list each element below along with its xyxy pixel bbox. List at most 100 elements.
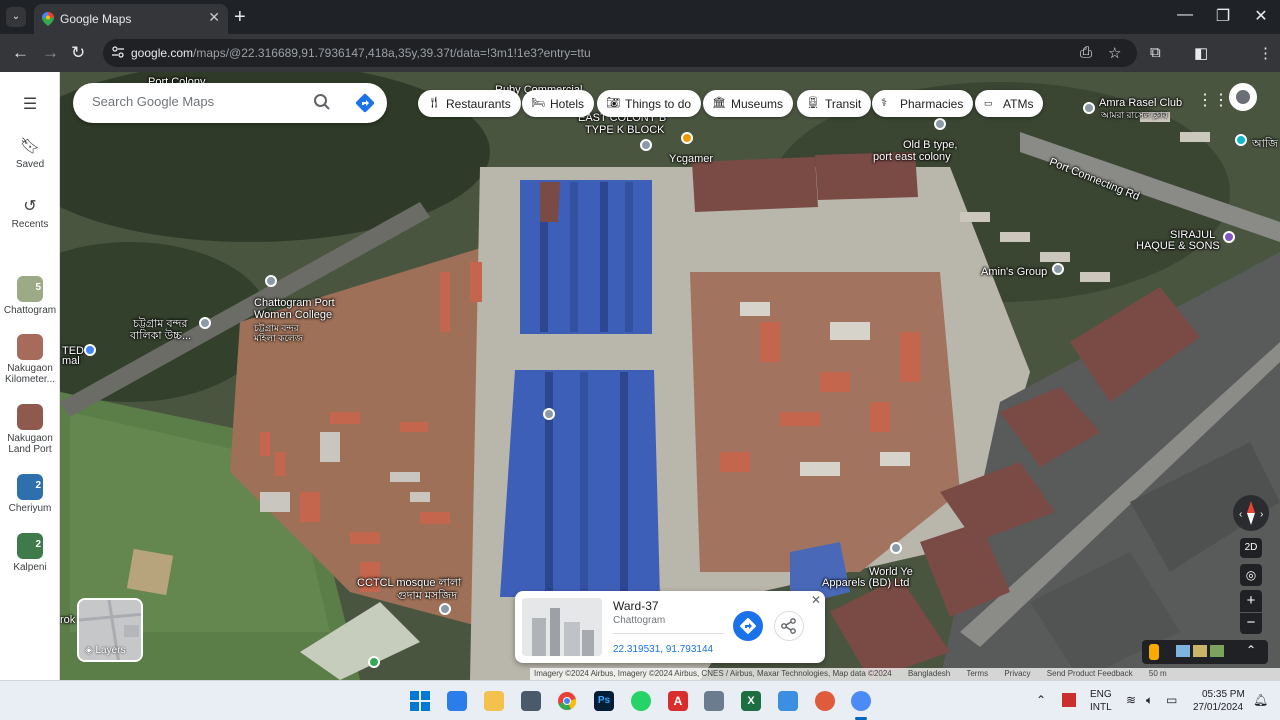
- side-panel-icon[interactable]: ◧: [1194, 44, 1208, 62]
- search-input[interactable]: [92, 94, 302, 109]
- tab-search-chevron-icon[interactable]: ⌄: [6, 7, 26, 27]
- back-icon[interactable]: ←: [12, 43, 29, 63]
- battery-icon[interactable]: ▭: [1166, 693, 1177, 707]
- bookmark-star-icon[interactable]: ☆: [1108, 44, 1121, 62]
- chrome-profile-icon[interactable]: [815, 691, 835, 711]
- location-card[interactable]: Ward-37 Chattogram 22.319531, 91.793144 …: [515, 591, 825, 663]
- recent-place-nakugaon-land-port[interactable]: Nakugaon Land Port: [0, 404, 60, 455]
- install-app-icon[interactable]: ⎙: [1080, 44, 1092, 61]
- shop-pin-icon[interactable]: [1223, 231, 1235, 243]
- college-pin-icon[interactable]: [265, 275, 277, 287]
- chip-hotels[interactable]: 🛏︎ Hotels: [522, 90, 595, 117]
- label-amra-rasel-club[interactable]: Amra Rasel Club: [1099, 97, 1182, 109]
- zoom-in-icon[interactable]: +: [1240, 590, 1262, 612]
- privacy-link[interactable]: Privacy: [1004, 669, 1030, 678]
- chip-transit[interactable]: 🚆︎ Transit: [797, 90, 872, 117]
- mode-2d-button[interactable]: 2D: [1240, 538, 1262, 558]
- clock-date[interactable]: 27/01/2024: [1193, 702, 1243, 713]
- selected-location-pin-icon[interactable]: [543, 408, 555, 420]
- language-label[interactable]: ENG: [1090, 689, 1112, 700]
- factory-pin-icon[interactable]: [890, 542, 902, 554]
- place-pin-icon[interactable]: [934, 118, 946, 130]
- tab-google-maps[interactable]: Google Maps ✕: [34, 4, 228, 34]
- chrome-icon[interactable]: [557, 691, 577, 711]
- apps-grid-icon[interactable]: ⋮⋮: [1197, 90, 1229, 110]
- menu-hamburger-icon[interactable]: ☰: [0, 94, 60, 114]
- saved-button[interactable]: 🔖︎ Saved: [0, 136, 60, 170]
- snipping-tool-icon[interactable]: [704, 691, 724, 711]
- label-amins-group[interactable]: Amin's Group: [981, 266, 1047, 278]
- label-world-ye-2[interactable]: Apparels (BD) Ltd: [822, 577, 909, 589]
- label-women-college-2[interactable]: Women College: [254, 309, 332, 321]
- imagery-thumb-3[interactable]: [1210, 645, 1224, 657]
- paint-icon[interactable]: [778, 691, 798, 711]
- card-share-button[interactable]: [774, 611, 804, 641]
- label-port-east-colony[interactable]: port east colony: [873, 151, 951, 163]
- file-explorer-icon[interactable]: [484, 691, 504, 711]
- close-window-icon[interactable]: ✕: [1246, 6, 1276, 26]
- label-type-k-block[interactable]: TYPE K BLOCK: [585, 124, 664, 136]
- notification-bell-icon[interactable]: 🔔︎: [1253, 693, 1268, 707]
- satellite-map[interactable]: Port Colony Ruby Commercial EAST COLONY …: [0, 72, 1280, 680]
- label-bn-school-2[interactable]: বালিকা উচ্চ...: [130, 330, 191, 342]
- calculator-icon[interactable]: [521, 691, 541, 711]
- feedback-link[interactable]: Send Product Feedback: [1047, 669, 1133, 678]
- chip-pharmacies[interactable]: ⚕ Pharmacies: [872, 90, 974, 117]
- label-women-college-1[interactable]: Chattogram Port: [254, 297, 335, 309]
- label-bn-school-1[interactable]: চট্টগ্রাম বন্দর: [133, 318, 187, 330]
- label-haque-sons[interactable]: HAQUE & SONS: [1136, 240, 1220, 252]
- tray-app-icon[interactable]: [1062, 693, 1076, 707]
- imagery-thumb-1[interactable]: [1176, 645, 1190, 657]
- volume-icon[interactable]: 🔈︎: [1146, 693, 1153, 708]
- terms-link[interactable]: Terms: [966, 669, 988, 678]
- my-location-icon[interactable]: ◎: [1240, 564, 1262, 586]
- recent-place-kalpeni[interactable]: 2 Kalpeni: [0, 533, 60, 573]
- label-rok[interactable]: rok: [60, 614, 75, 626]
- close-icon[interactable]: ✕: [811, 593, 821, 607]
- menu-kebab-icon[interactable]: ⋮: [1258, 44, 1273, 62]
- maximize-icon[interactable]: ❐: [1208, 6, 1238, 26]
- place-pin-icon[interactable]: [640, 139, 652, 151]
- clock-time[interactable]: 05:35 PM: [1202, 689, 1245, 700]
- chip-restaurants[interactable]: 🍴︎ Restaurants: [418, 90, 521, 117]
- layers-button[interactable]: ◈ Layers: [77, 598, 143, 662]
- imagery-thumb-2[interactable]: [1193, 645, 1207, 657]
- chip-museums[interactable]: 🏛︎ Museums: [703, 90, 794, 117]
- site-info-icon[interactable]: [111, 45, 125, 59]
- chrome-active-icon[interactable]: [851, 691, 871, 711]
- excel-icon[interactable]: X: [741, 691, 761, 711]
- expand-chevron-icon[interactable]: ⌃: [1246, 643, 1256, 657]
- minimize-icon[interactable]: —: [1170, 6, 1200, 24]
- recent-place-cheriyum[interactable]: 2 Cheriyum: [0, 474, 60, 514]
- compass-button[interactable]: ‹ ›: [1233, 495, 1269, 531]
- tab-close-icon[interactable]: ✕: [208, 9, 220, 26]
- keyboard-label[interactable]: INTL: [1090, 702, 1112, 713]
- place-pin-icon[interactable]: [84, 344, 96, 356]
- recents-button[interactable]: ↺ Recents: [0, 196, 60, 230]
- country-link[interactable]: Bangladesh: [908, 669, 950, 678]
- extensions-icon[interactable]: ⧉: [1150, 44, 1161, 61]
- acrobat-icon[interactable]: A: [668, 691, 688, 711]
- club-pin-icon[interactable]: [1083, 102, 1095, 114]
- label-ajis[interactable]: আজি: [1252, 138, 1278, 150]
- wifi-icon[interactable]: ≋: [1126, 693, 1136, 707]
- scale-bar[interactable]: 50 m: [1149, 669, 1167, 678]
- address-bar[interactable]: google.com/maps/@22.316689,91.7936147,41…: [103, 39, 1137, 67]
- school-pin-icon[interactable]: [199, 317, 211, 329]
- label-old-b-type[interactable]: Old B type,: [903, 139, 957, 151]
- directions-icon[interactable]: [355, 93, 375, 113]
- zoom-out-icon[interactable]: −: [1240, 612, 1262, 634]
- pegman-icon[interactable]: [1149, 644, 1159, 660]
- search-icon[interactable]: [313, 93, 331, 111]
- recent-place-chattogram[interactable]: 5 Chattogram: [0, 276, 60, 316]
- label-ycgamer[interactable]: Ycgamer: [669, 153, 713, 165]
- notepad-icon[interactable]: [447, 691, 467, 711]
- windows-start-icon[interactable]: [410, 691, 430, 711]
- chip-things-to-do[interactable]: 📷︎ Things to do: [597, 90, 702, 117]
- photoshop-icon[interactable]: Ps: [594, 691, 614, 711]
- tray-chevron-icon[interactable]: ⌃: [1036, 693, 1046, 707]
- label-mal[interactable]: mal: [62, 355, 80, 367]
- location-coordinates[interactable]: 22.319531, 91.793144: [613, 644, 713, 655]
- account-avatar-icon[interactable]: [1229, 83, 1257, 111]
- label-cctcl-mosque[interactable]: CCTCL mosque লালা: [357, 577, 461, 589]
